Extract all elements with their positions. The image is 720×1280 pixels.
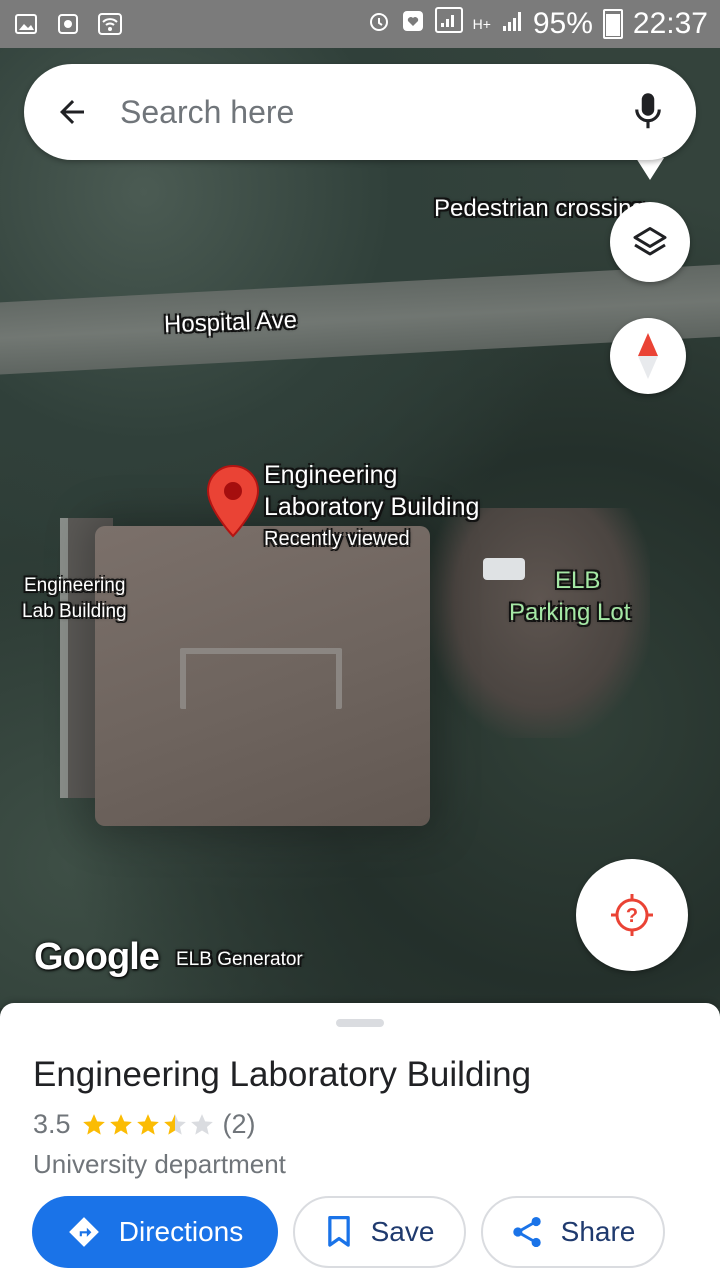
pin-subtitle: Recently viewed xyxy=(264,528,410,550)
directions-label: Directions xyxy=(118,1216,244,1247)
car xyxy=(483,558,525,580)
save-label: Save xyxy=(370,1216,435,1247)
directions-button[interactable]: Directions xyxy=(32,1196,278,1268)
clock: 22:37 xyxy=(632,7,708,40)
share-button[interactable]: Share xyxy=(481,1196,665,1268)
alarm-icon xyxy=(367,7,391,41)
location-unknown-icon: ? xyxy=(611,894,653,936)
side-building-label-line1[interactable]: Engineering xyxy=(24,575,125,597)
save-button[interactable]: Save xyxy=(293,1196,466,1268)
rating-value: 3.5 xyxy=(33,1109,71,1139)
search-input[interactable] xyxy=(118,92,620,132)
review-count[interactable]: (2) xyxy=(223,1109,256,1140)
parking-label-line2[interactable]: Parking Lot xyxy=(509,599,630,626)
place-category: University department xyxy=(33,1149,286,1179)
star-icon xyxy=(163,1113,186,1135)
share-label: Share xyxy=(560,1216,636,1247)
layers-button[interactable] xyxy=(610,202,690,282)
battery-icon xyxy=(602,9,623,39)
side-building-label-line2[interactable]: Lab Building xyxy=(22,601,127,623)
network-type: H+ xyxy=(472,16,491,32)
pin-title-line2[interactable]: Laboratory Building xyxy=(264,493,479,522)
star-icon xyxy=(136,1113,159,1135)
pedestrian-crossing-label[interactable]: Pedestrian crossing xyxy=(434,195,645,222)
star-icon xyxy=(109,1113,132,1135)
rating-stars xyxy=(81,1112,215,1138)
heart-icon xyxy=(401,7,425,41)
recycle-icon xyxy=(56,12,80,36)
parking-label-line1[interactable]: ELB xyxy=(555,567,600,594)
pin-title-line1[interactable]: Engineering xyxy=(264,461,397,490)
search-pointer-tail xyxy=(636,158,664,180)
star-icon xyxy=(190,1113,213,1135)
star-icon xyxy=(82,1113,105,1135)
wifi-icon xyxy=(98,12,122,36)
map-attribution: ELB Generator xyxy=(176,949,303,970)
compass-button[interactable] xyxy=(610,318,686,394)
drag-handle[interactable] xyxy=(336,1019,384,1027)
directions-icon xyxy=(67,1215,101,1249)
location-pin-icon[interactable] xyxy=(206,464,260,538)
search-bar[interactable] xyxy=(24,64,696,160)
share-icon xyxy=(511,1215,543,1249)
bookmark-icon xyxy=(325,1215,353,1249)
signal-box-icon xyxy=(434,7,463,41)
microphone-icon[interactable] xyxy=(620,84,676,140)
back-arrow-icon[interactable] xyxy=(44,84,100,140)
status-bar: H+ 95% 22:37 xyxy=(0,0,720,48)
compass-icon xyxy=(638,333,658,379)
google-logo: Google xyxy=(34,936,160,978)
place-bottom-sheet[interactable]: Engineering Laboratory Building 3.5 (2) … xyxy=(0,1003,720,1280)
gallery-icon xyxy=(14,12,38,36)
street-label[interactable]: Hospital Ave xyxy=(164,307,298,339)
battery-percent: 95% xyxy=(532,7,593,40)
my-location-button[interactable]: ? xyxy=(576,859,688,971)
action-buttons: Directions Save Share xyxy=(32,1196,665,1268)
place-title: Engineering Laboratory Building xyxy=(33,1055,532,1094)
rating-row[interactable]: 3.5 (2) xyxy=(33,1109,256,1140)
layers-icon xyxy=(633,227,667,256)
roof-structure xyxy=(180,648,342,709)
signal-icon xyxy=(501,7,523,41)
svg-text:?: ? xyxy=(626,905,638,927)
